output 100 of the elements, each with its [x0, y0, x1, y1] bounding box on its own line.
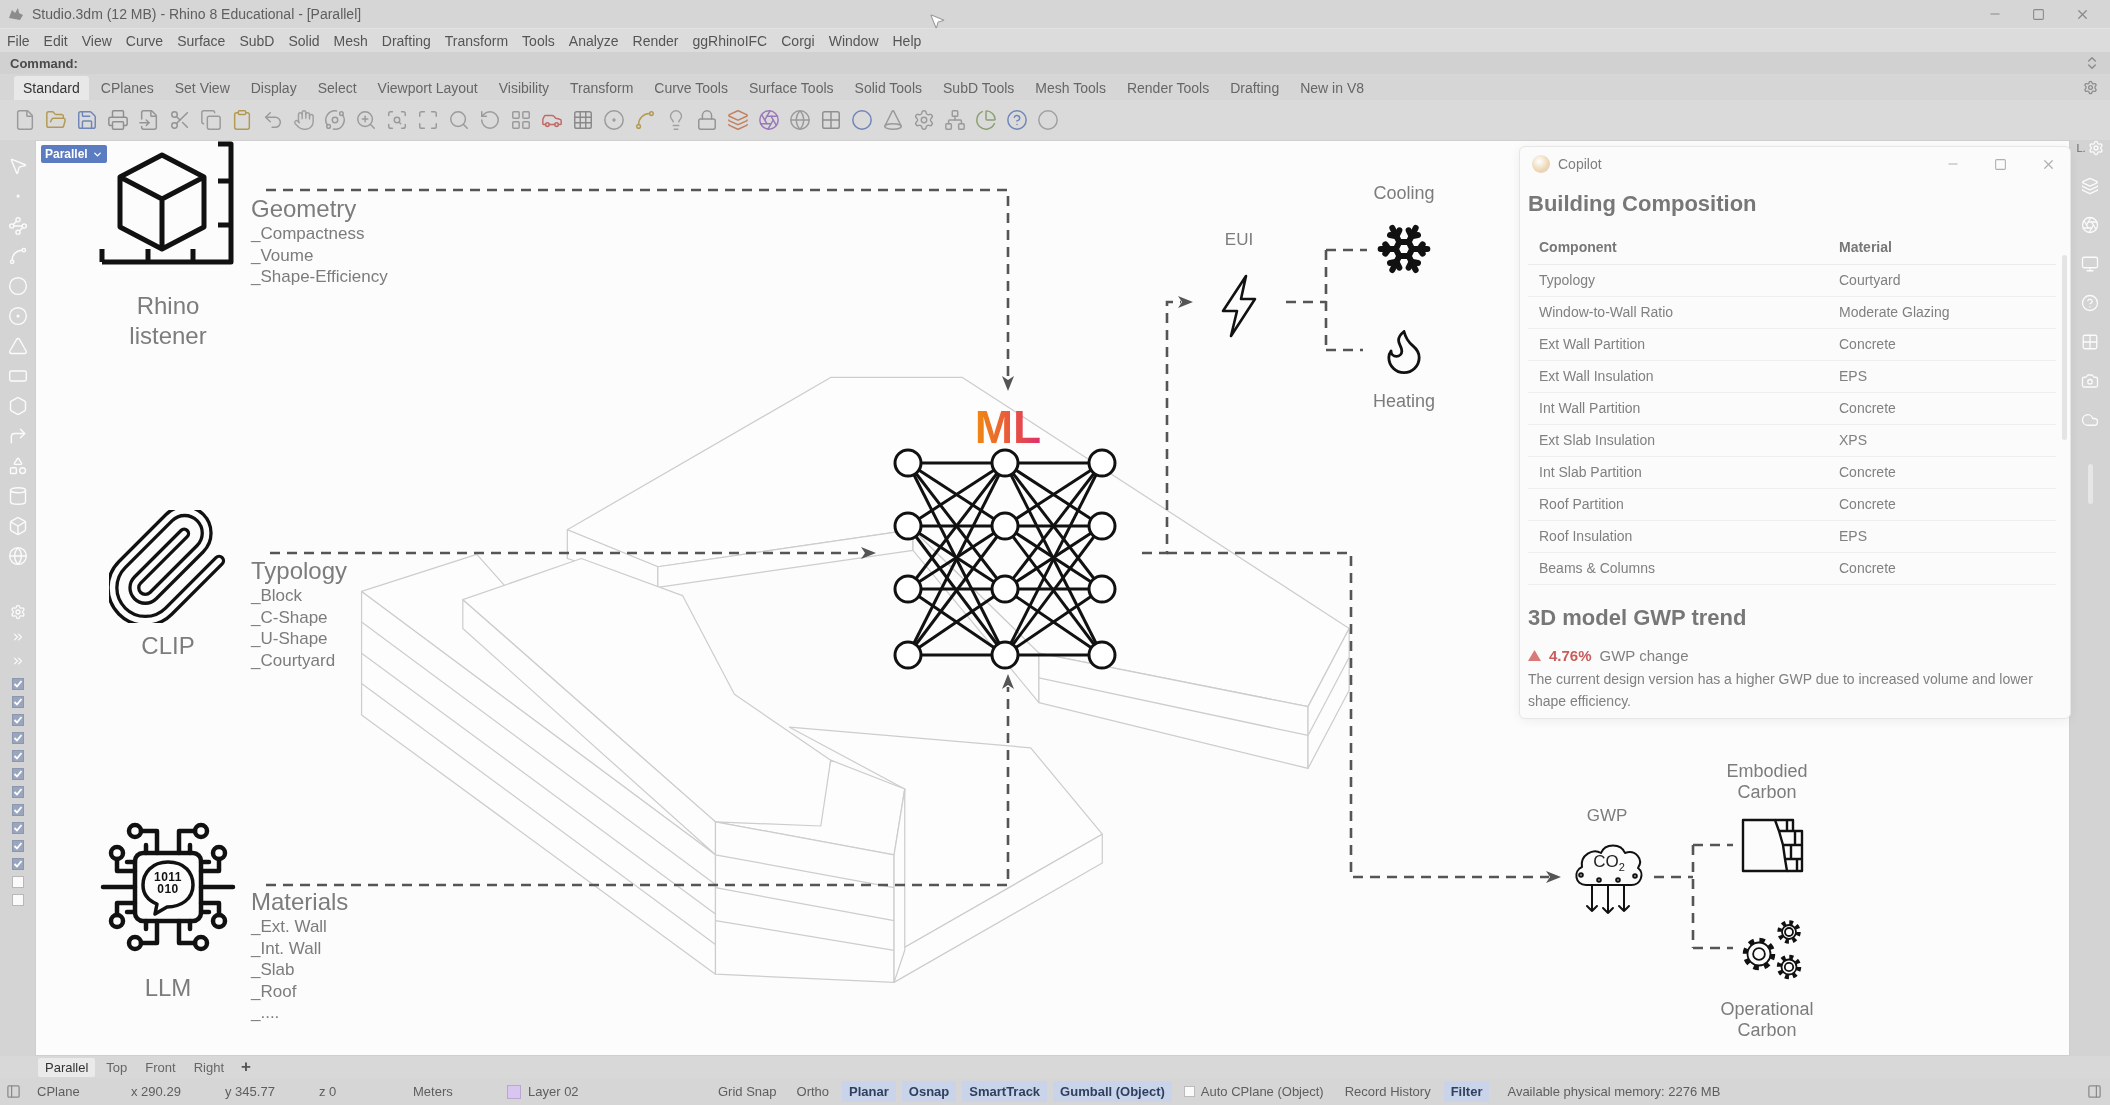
menu-item[interactable]: SubD: [233, 29, 283, 52]
cloud-icon[interactable]: [2081, 411, 2099, 429]
toolbar-tab[interactable]: Solid Tools: [845, 76, 931, 100]
panel-toggle-icon[interactable]: [2087, 1084, 2102, 1099]
orbit-icon[interactable]: [324, 109, 346, 131]
four-squares-icon[interactable]: [510, 109, 532, 131]
rotate-icon[interactable]: [479, 109, 501, 131]
search-icon[interactable]: [448, 109, 470, 131]
menu-item[interactable]: Help: [886, 29, 930, 52]
menu-item[interactable]: Curve: [119, 29, 172, 52]
checkbox[interactable]: [11, 714, 24, 726]
save-icon[interactable]: [76, 109, 98, 131]
cylinder-icon[interactable]: [7, 486, 28, 506]
toolbar-tab[interactable]: Viewport Layout: [368, 76, 487, 100]
copy-icon[interactable]: [200, 109, 222, 131]
layer-name[interactable]: Layer 02: [528, 1084, 579, 1099]
menu-item[interactable]: ggRhinoIFC: [686, 29, 776, 52]
file-arrow-icon[interactable]: [138, 109, 160, 131]
menu-item[interactable]: Corgi: [775, 29, 823, 52]
toolbar-tab[interactable]: Render Tools: [1117, 76, 1219, 100]
menu-item[interactable]: Solid: [282, 29, 328, 52]
toolbar-tab[interactable]: SubD Tools: [934, 76, 1024, 100]
curve-icon[interactable]: [634, 109, 656, 131]
status-toggle[interactable]: Ortho: [789, 1081, 837, 1102]
toolbar-tab[interactable]: Surface Tools: [740, 76, 843, 100]
menu-item[interactable]: Render: [626, 29, 687, 52]
menu-item[interactable]: Drafting: [375, 29, 439, 52]
checkbox[interactable]: [11, 678, 24, 690]
menu-item[interactable]: Surface: [171, 29, 234, 52]
toolbar-tab[interactable]: Standard: [14, 76, 89, 100]
scissors-icon[interactable]: [169, 109, 191, 131]
zoom-in-icon[interactable]: [355, 109, 377, 131]
toolbar-tab[interactable]: Select: [308, 76, 366, 100]
gear-icon[interactable]: [913, 109, 935, 131]
panel-tab-label[interactable]: L.: [2076, 142, 2086, 154]
checkbox[interactable]: [11, 696, 24, 708]
hexagon-icon[interactable]: [7, 396, 28, 416]
status-toggle[interactable]: Record History: [1337, 1081, 1438, 1102]
expand-corners-icon[interactable]: [417, 109, 439, 131]
window-grid-icon[interactable]: [2081, 333, 2099, 351]
menu-item[interactable]: View: [75, 29, 120, 52]
printer-icon[interactable]: [107, 109, 129, 131]
viewport-tab[interactable]: Top: [99, 1057, 135, 1077]
triangle-icon[interactable]: [7, 336, 28, 356]
viewport-tab[interactable]: Parallel: [38, 1057, 96, 1077]
circle-icon[interactable]: [851, 109, 873, 131]
menu-item[interactable]: Window: [822, 29, 887, 52]
viewport-tab[interactable]: Right: [186, 1057, 232, 1077]
folder-icon[interactable]: [45, 109, 67, 131]
menu-item[interactable]: Transform: [438, 29, 517, 52]
clipboard-icon[interactable]: [231, 109, 253, 131]
checkbox[interactable]: [11, 768, 24, 780]
cone-icon[interactable]: [882, 109, 904, 131]
menu-item[interactable]: Mesh: [327, 29, 376, 52]
new-file-icon[interactable]: [14, 109, 36, 131]
toolbar-tab[interactable]: CPlanes: [91, 76, 163, 100]
polyline-icon[interactable]: [7, 216, 28, 236]
help-icon[interactable]: [1006, 109, 1028, 131]
status-toggle[interactable]: SmartTrack: [962, 1081, 1048, 1102]
curve-icon[interactable]: [7, 246, 28, 266]
status-toggle[interactable]: Gumball (Object): [1053, 1081, 1172, 1102]
checkbox[interactable]: [11, 732, 24, 744]
monitor-icon[interactable]: [2081, 255, 2099, 273]
menu-item[interactable]: File: [1, 29, 38, 52]
checkbox[interactable]: [11, 858, 24, 870]
menu-item[interactable]: Analyze: [562, 29, 627, 52]
hand-icon[interactable]: [293, 109, 315, 131]
box-icon[interactable]: [7, 516, 28, 536]
window-grid-icon[interactable]: [820, 109, 842, 131]
aperture-icon[interactable]: [758, 109, 780, 131]
layers-icon[interactable]: [727, 109, 749, 131]
maximize-icon[interactable]: [1994, 157, 2007, 171]
globe-icon[interactable]: [789, 109, 811, 131]
checkbox[interactable]: [11, 876, 24, 888]
status-toggle[interactable]: Grid Snap: [711, 1081, 784, 1102]
undo-icon[interactable]: [262, 109, 284, 131]
menu-item[interactable]: Edit: [37, 29, 76, 52]
toolbar-tab[interactable]: Curve Tools: [645, 76, 737, 100]
maximize-icon[interactable]: [2032, 7, 2045, 21]
add-tab-button[interactable]: +: [235, 1057, 257, 1077]
shapes-icon[interactable]: [7, 456, 28, 476]
panel-toggle-icon[interactable]: [6, 1084, 21, 1099]
toolbar-tab[interactable]: New in V8: [1291, 76, 1373, 100]
scan-search-icon[interactable]: [386, 109, 408, 131]
settings-icon[interactable]: [2083, 79, 2098, 95]
viewport-title-dropdown[interactable]: Parallel: [41, 145, 107, 163]
toolbar-tab[interactable]: Set View: [165, 76, 239, 100]
checkbox[interactable]: [1183, 1086, 1195, 1097]
viewport-tab[interactable]: Front: [138, 1057, 183, 1077]
checkbox[interactable]: [11, 786, 24, 798]
toolbar-tab[interactable]: Display: [241, 76, 306, 100]
status-toggle[interactable]: Osnap: [901, 1081, 957, 1102]
layers-icon[interactable]: [2081, 177, 2099, 195]
circle-dot-icon[interactable]: [603, 109, 625, 131]
camera-icon[interactable]: [2081, 372, 2099, 390]
circle-icon[interactable]: [1037, 109, 1059, 131]
grid-icon[interactable]: [572, 109, 594, 131]
status-toggle[interactable]: Planar: [842, 1081, 896, 1102]
lock-icon[interactable]: [696, 109, 718, 131]
checkbox[interactable]: [11, 804, 24, 816]
